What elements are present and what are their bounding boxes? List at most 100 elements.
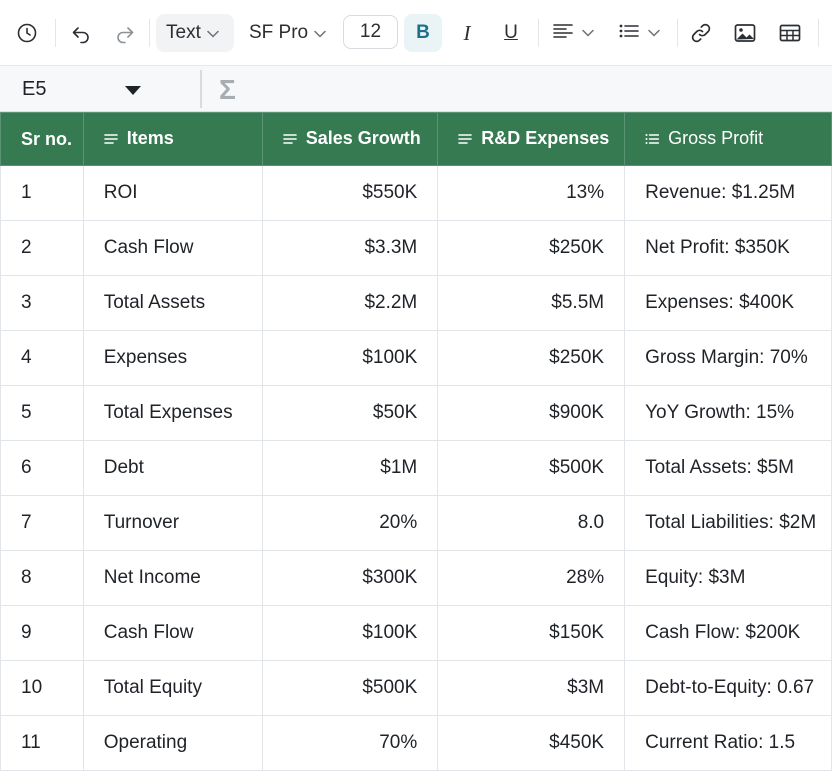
rd-expenses-cell[interactable]: $450K [437, 715, 626, 771]
toolbar-divider [538, 19, 539, 47]
sr-no-cell[interactable]: 6 [0, 440, 84, 496]
bullet-list-icon [618, 21, 640, 46]
table-body: 1 ROI $550K 13% Revenue: $1.25M 2 Cash Flow $3.… [0, 165, 832, 771]
item-cell[interactable]: Total Expenses [82, 385, 263, 441]
item-cell[interactable]: Cash Flow [82, 605, 263, 661]
gross-profit-cell[interactable]: Equity: $3M [624, 550, 832, 606]
formula-divider [200, 70, 202, 108]
gross-profit-cell[interactable]: Cash Flow: $200K [624, 605, 832, 661]
chevron-down-icon [582, 24, 594, 42]
sigma-icon[interactable]: Σ [219, 74, 236, 106]
gross-profit-cell[interactable]: Net Profit: $350K [624, 220, 832, 276]
sales-growth-cell[interactable]: $50K [261, 385, 439, 441]
underline-button[interactable]: U [499, 14, 523, 52]
sr-no-cell[interactable]: 10 [0, 660, 84, 716]
item-cell[interactable]: Net Income [82, 550, 263, 606]
sales-growth-cell[interactable]: $100K [261, 330, 439, 386]
item-cell[interactable]: Total Equity [82, 660, 263, 716]
font-family-value: SF Pro [249, 22, 309, 43]
sr-no-cell[interactable]: 8 [0, 550, 84, 606]
item-cell[interactable]: Cash Flow [82, 220, 263, 276]
sales-growth-cell[interactable]: $500K [261, 660, 439, 716]
italic-button[interactable]: I [455, 14, 479, 52]
toolbar: Text SF Pro 12 B I U [0, 0, 832, 66]
link-icon[interactable] [688, 14, 714, 52]
sr-no-cell[interactable]: 1 [0, 165, 84, 221]
rd-expenses-cell[interactable]: 8.0 [437, 495, 626, 551]
rd-expenses-cell[interactable]: $250K [437, 330, 626, 386]
sales-growth-cell[interactable]: $300K [261, 550, 439, 606]
data-table: Sr no. Items Sales Growth R&D Expenses G… [0, 112, 832, 771]
item-cell[interactable]: Debt [82, 440, 263, 496]
sr-no-cell[interactable]: 11 [0, 715, 84, 771]
sales-growth-cell[interactable]: $550K [261, 165, 439, 221]
sr-no-cell[interactable]: 5 [0, 385, 84, 441]
column-header-gross-profit[interactable]: Gross Profit [624, 112, 832, 166]
gross-profit-cell[interactable]: Total Assets: $5M [624, 440, 832, 496]
toolbar-divider [149, 19, 150, 47]
align-left-icon [552, 21, 574, 46]
column-header-items[interactable]: Items [82, 112, 263, 166]
gross-profit-cell[interactable]: Debt-to-Equity: 0.67 [624, 660, 832, 716]
table-row: 7 Turnover 20% 8.0 Total Liabilities: $2M [0, 495, 832, 551]
align-dropdown[interactable] [548, 14, 598, 52]
rd-expenses-cell[interactable]: $3M [437, 660, 626, 716]
history-icon[interactable] [12, 14, 42, 52]
sr-no-cell[interactable]: 9 [0, 605, 84, 661]
sr-no-cell[interactable]: 3 [0, 275, 84, 331]
undo-icon[interactable] [66, 14, 96, 52]
item-cell[interactable]: Turnover [82, 495, 263, 551]
sales-growth-cell[interactable]: $2.2M [261, 275, 439, 331]
sales-growth-cell[interactable]: $100K [261, 605, 439, 661]
font-size-value: 12 [359, 21, 382, 42]
column-header-sr-no[interactable]: Sr no. [0, 112, 84, 166]
item-cell[interactable]: Total Assets [82, 275, 263, 331]
chevron-down-icon [207, 22, 219, 44]
item-cell[interactable]: Operating [82, 715, 263, 771]
table-row: 5 Total Expenses $50K $900K YoY Growth: 15% [0, 385, 832, 441]
sales-growth-cell[interactable]: $3.3M [261, 220, 439, 276]
rd-expenses-cell[interactable]: $5.5M [437, 275, 626, 331]
format-select-value: Text [166, 22, 201, 43]
table-icon[interactable] [777, 14, 803, 52]
sr-no-cell[interactable]: 2 [0, 220, 84, 276]
sales-growth-cell[interactable]: 70% [261, 715, 439, 771]
rd-expenses-cell[interactable]: 28% [437, 550, 626, 606]
gross-profit-cell[interactable]: Total Liabilities: $2M [624, 495, 832, 551]
table-row: 11 Operating 70% $450K Current Ratio: 1.5 [0, 715, 832, 771]
rd-expenses-cell[interactable]: $500K [437, 440, 626, 496]
gross-profit-cell[interactable]: Current Ratio: 1.5 [624, 715, 832, 771]
cell-reference[interactable]: E5 [22, 78, 46, 101]
sales-growth-cell[interactable]: $1M [261, 440, 439, 496]
gross-profit-cell[interactable]: Expenses: $400K [624, 275, 832, 331]
list-dropdown[interactable] [614, 14, 664, 52]
sr-no-cell[interactable]: 4 [0, 330, 84, 386]
rd-expenses-cell[interactable]: $250K [437, 220, 626, 276]
header-row: Sr no. Items Sales Growth R&D Expenses G… [0, 112, 832, 166]
sales-growth-cell[interactable]: 20% [261, 495, 439, 551]
redo-icon[interactable] [110, 14, 140, 52]
table-row: 2 Cash Flow $3.3M $250K Net Profit: $350K [0, 220, 832, 276]
table-row: 6 Debt $1M $500K Total Assets: $5M [0, 440, 832, 496]
image-icon[interactable] [732, 14, 758, 52]
format-select[interactable]: Text [156, 14, 234, 52]
column-header-rd-expenses[interactable]: R&D Expenses [437, 112, 626, 166]
column-header-sales-growth[interactable]: Sales Growth [261, 112, 439, 166]
gross-profit-cell[interactable]: Revenue: $1.25M [624, 165, 832, 221]
rd-expenses-cell[interactable]: $900K [437, 385, 626, 441]
chevron-down-icon [314, 22, 326, 44]
gross-profit-cell[interactable]: Gross Margin: 70% [624, 330, 832, 386]
toolbar-divider [677, 19, 678, 47]
font-family-select[interactable]: SF Pro [239, 14, 337, 52]
table-row: 1 ROI $550K 13% Revenue: $1.25M [0, 165, 832, 221]
caret-down-icon[interactable] [125, 86, 141, 95]
gross-profit-cell[interactable]: YoY Growth: 15% [624, 385, 832, 441]
item-cell[interactable]: ROI [82, 165, 263, 221]
sr-no-cell[interactable]: 7 [0, 495, 84, 551]
font-size-input[interactable]: 12 [343, 15, 398, 49]
rd-expenses-cell[interactable]: 13% [437, 165, 626, 221]
bold-button[interactable]: B [404, 14, 442, 52]
item-cell[interactable]: Expenses [82, 330, 263, 386]
rd-expenses-cell[interactable]: $150K [437, 605, 626, 661]
text-lines-icon [458, 129, 473, 150]
